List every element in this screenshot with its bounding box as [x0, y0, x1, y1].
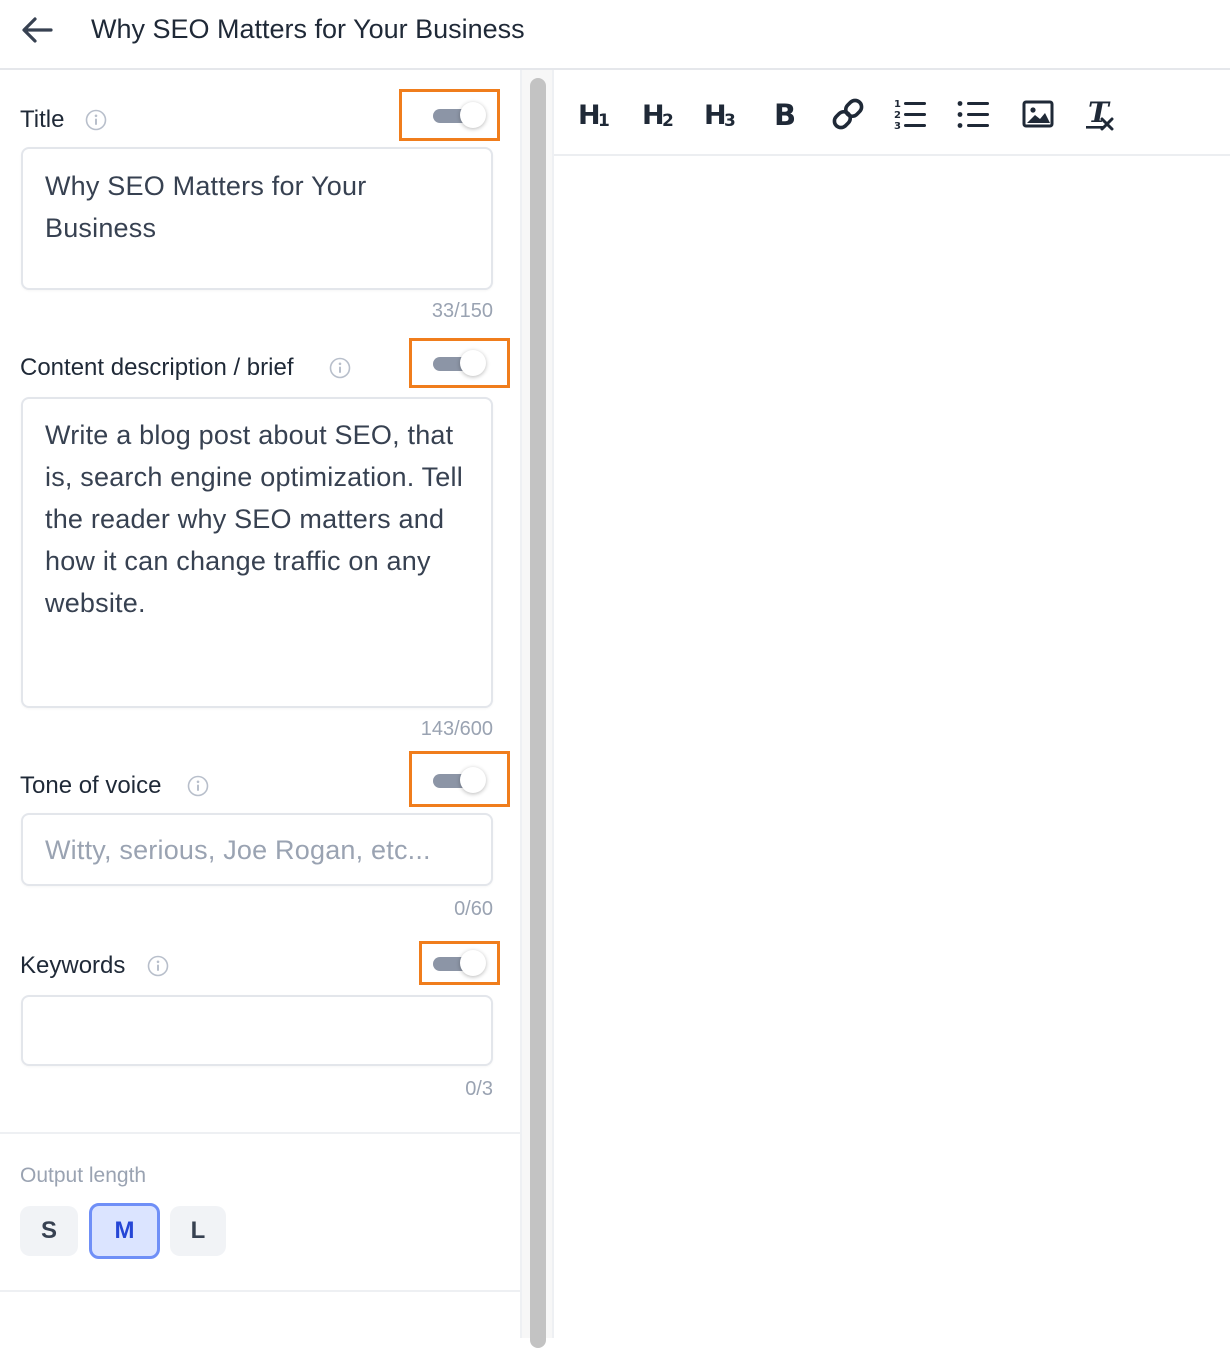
back-button[interactable] — [18, 12, 58, 48]
output-length-label: Output length — [20, 1164, 147, 1187]
length-option-l[interactable]: L — [170, 1206, 226, 1256]
ordered-list-icon: 1 2 3 — [894, 99, 926, 132]
length-option-m[interactable]: M — [89, 1203, 160, 1259]
title-label: Title — [20, 106, 65, 133]
title-input-value: Why SEO Matters for Your Business — [45, 171, 367, 243]
tone-char-counter: 0/60 — [454, 898, 493, 920]
ordered-list-button[interactable]: 1 2 3 — [892, 94, 928, 134]
toggle-knob — [460, 767, 486, 793]
heading-3-icon: H 3 — [704, 100, 736, 131]
heading-3-button[interactable]: H 3 — [702, 94, 742, 134]
bold-icon: B — [774, 98, 796, 132]
svg-text:2: 2 — [662, 111, 674, 131]
svg-text:B: B — [774, 98, 796, 132]
svg-text:3: 3 — [894, 121, 901, 132]
tone-toggle[interactable] — [433, 765, 489, 795]
tone-label: Tone of voice — [20, 772, 162, 799]
toggle-knob — [460, 950, 486, 976]
image-icon — [1022, 100, 1054, 128]
svg-text:2: 2 — [894, 110, 901, 121]
keywords-input[interactable] — [21, 995, 493, 1066]
clear-format-button[interactable]: T — [1082, 94, 1118, 134]
keywords-counter: 0/3 — [465, 1078, 493, 1100]
info-icon[interactable] — [85, 109, 107, 131]
clear-format-icon: T — [1086, 96, 1114, 131]
keywords-toggle[interactable] — [433, 948, 489, 978]
link-button[interactable] — [830, 94, 866, 134]
info-icon[interactable] — [147, 955, 169, 977]
editor-content-area[interactable] — [554, 156, 1230, 1338]
keywords-label: Keywords — [20, 952, 126, 979]
section-divider — [0, 1290, 522, 1292]
link-icon — [832, 98, 864, 130]
heading-1-button[interactable]: H 1 — [576, 94, 616, 134]
title-char-counter: 33/150 — [431, 300, 493, 322]
top-bar: Why SEO Matters for Your Business — [0, 0, 1230, 70]
length-option-s[interactable]: S — [20, 1206, 78, 1256]
heading-2-icon: H 2 — [642, 100, 674, 131]
title-toggle[interactable] — [433, 100, 489, 130]
title-input[interactable]: Why SEO Matters for Your Business — [21, 147, 493, 290]
description-input-value: Write a blog post about SEO, that is, se… — [45, 420, 463, 618]
arrow-left-icon — [22, 17, 53, 43]
description-label: Content description / brief — [20, 354, 294, 381]
section-divider — [0, 1132, 522, 1134]
editor-toolbar: H 1 H 2 H 3 B 1 2 3 T — [554, 70, 1230, 156]
tone-input[interactable]: Witty, serious, Joe Rogan, etc... — [21, 813, 493, 886]
svg-text:3: 3 — [724, 111, 736, 131]
info-icon[interactable] — [329, 357, 351, 379]
svg-text:1: 1 — [598, 111, 610, 131]
page-title: Why SEO Matters for Your Business — [91, 14, 525, 44]
editor-panel: H 1 H 2 H 3 B 1 2 3 T — [552, 70, 1230, 1338]
svg-text:1: 1 — [894, 99, 901, 110]
heading-2-button[interactable]: H 2 — [640, 94, 680, 134]
bullet-list-button[interactable] — [955, 94, 991, 134]
bold-button[interactable]: B — [768, 94, 804, 134]
info-icon[interactable] — [187, 775, 209, 797]
tone-input-placeholder: Witty, serious, Joe Rogan, etc... — [45, 835, 431, 865]
heading-1-icon: H 1 — [578, 100, 610, 131]
image-button[interactable] — [1020, 94, 1056, 134]
toggle-knob — [460, 350, 486, 376]
description-char-counter: 143/600 — [420, 718, 493, 740]
scrollbar-thumb[interactable] — [530, 78, 546, 1348]
toggle-knob — [460, 102, 486, 128]
description-toggle[interactable] — [433, 348, 489, 378]
description-input[interactable]: Write a blog post about SEO, that is, se… — [21, 397, 493, 708]
bullet-list-icon — [957, 101, 989, 128]
